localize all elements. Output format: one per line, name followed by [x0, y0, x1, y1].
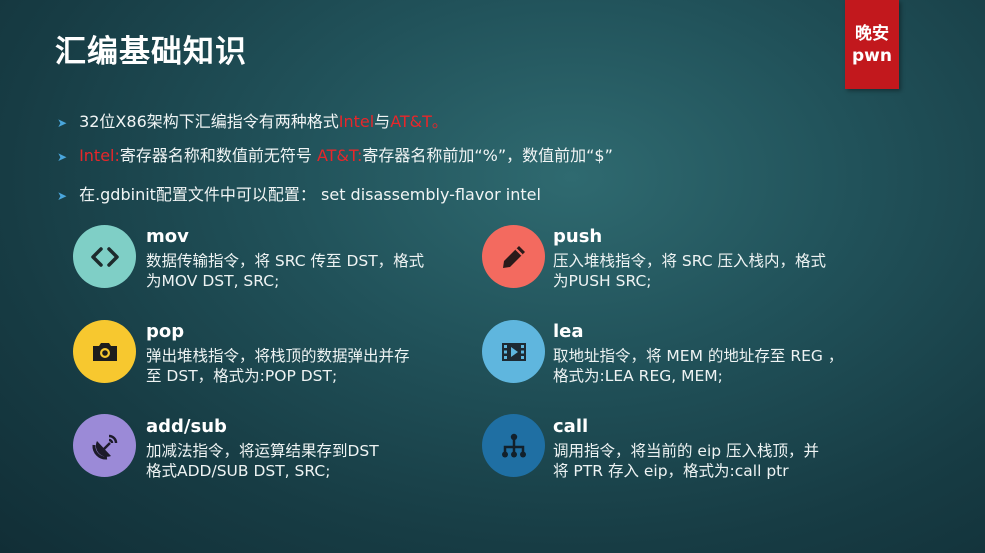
lea-card-desc: 取地址指令，将 MEM 的地址存至 REG ， 格式为:LEA REG, MEM… [553, 346, 873, 386]
push-desc-line-2: 为PUSH SRC; [553, 272, 652, 290]
addsub-card-title: add/sub [146, 416, 227, 437]
bullet-item-3: ➤ 在.gdbinit配置文件中可以配置： set disassembly-fla… [57, 181, 541, 205]
code-brackets-icon [90, 246, 119, 267]
brand-badge: 晚安 pwn [845, 0, 899, 89]
push-desc-line-1: 压入堆栈指令，将 SRC 压入栈内，格式 [553, 252, 827, 270]
mov-card-title: mov [146, 226, 189, 247]
push-card-desc: 压入堆栈指令，将 SRC 压入栈内，格式 为PUSH SRC; [553, 251, 873, 291]
mov-card-desc: 数据传输指令，将 SRC 传至 DST，格式 为MOV DST, SRC; [146, 251, 466, 291]
addsub-desc-line-2: 格式ADD/SUB DST, SRC; [146, 462, 331, 480]
bullet-1-pre: 32位X86架构下汇编指令有两种格式 [79, 112, 339, 131]
push-card-title: push [553, 226, 603, 247]
film-play-icon [501, 342, 526, 361]
bullet-arrow-icon: ➤ [57, 150, 68, 164]
hierarchy-icon [501, 433, 526, 457]
addsub-card-desc: 加减法指令，将运算结果存到DST 格式ADD/SUB DST, SRC; [146, 441, 466, 481]
mov-card-icon [73, 225, 136, 288]
addsub-desc-line-1: 加减法指令，将运算结果存到DST [146, 442, 379, 460]
bullet-1-hl2: AT&T。 [390, 112, 448, 131]
bullet-3-text: 在.gdbinit配置文件中可以配置： set disassembly-flav… [79, 185, 541, 204]
satellite-dish-icon [91, 434, 117, 460]
pop-desc-line-2: 至 DST，格式为:POP DST; [146, 367, 338, 385]
mov-desc-line-2: 为MOV DST, SRC; [146, 272, 280, 290]
bullet-2-mid: 寄存器名称和数值前无符号 [119, 146, 317, 165]
lea-desc-line-1: 取地址指令，将 MEM 的地址存至 REG ， [553, 347, 844, 365]
badge-line-1: 晚安 [855, 23, 889, 44]
bullet-1-mid: 与 [374, 112, 391, 131]
call-desc-line-2: 将 PTR 存入 eip，格式为:call ptr [553, 462, 789, 480]
call-card-title: call [553, 416, 589, 437]
badge-line-2: pwn [852, 45, 892, 66]
pop-desc-line-1: 弹出堆栈指令，将栈顶的数据弹出并存 [146, 347, 410, 365]
addsub-card-icon [73, 414, 136, 477]
bullet-item-1: ➤ 32位X86架构下汇编指令有两种格式Intel与AT&T。 [57, 108, 448, 132]
push-card-icon [482, 225, 545, 288]
bullet-2-hl1: Intel: [79, 146, 120, 165]
pop-card-icon [73, 320, 136, 383]
bullet-1-hl1: Intel [338, 112, 375, 131]
lea-card-title: lea [553, 321, 584, 342]
pop-card-desc: 弹出堆栈指令，将栈顶的数据弹出并存 至 DST，格式为:POP DST; [146, 346, 466, 386]
mov-desc-line-1: 数据传输指令，将 SRC 传至 DST，格式 [146, 252, 425, 270]
call-desc-line-1: 调用指令，将当前的 eip 压入栈顶，并 [553, 442, 820, 460]
call-card-desc: 调用指令，将当前的 eip 压入栈顶，并 将 PTR 存入 eip，格式为:ca… [553, 441, 873, 481]
camera-icon [92, 342, 117, 361]
pencil-icon [502, 245, 525, 268]
pop-card-title: pop [146, 321, 185, 342]
bullet-2-post: 寄存器名称前加“%”，数值前加“$” [362, 146, 613, 165]
bullet-arrow-icon: ➤ [57, 116, 68, 130]
lea-desc-line-2: 格式为:LEA REG, MEM; [553, 367, 723, 385]
bullet-item-2: ➤ Intel:寄存器名称和数值前无符号 AT&T:寄存器名称前加“%”，数值前加… [57, 142, 613, 166]
slide-title: 汇编基础知识 [55, 34, 247, 70]
lea-card-icon [482, 320, 545, 383]
bullet-2-hl2: AT&T: [316, 146, 363, 165]
call-card-icon [482, 414, 545, 477]
bullet-arrow-icon: ➤ [57, 189, 68, 203]
